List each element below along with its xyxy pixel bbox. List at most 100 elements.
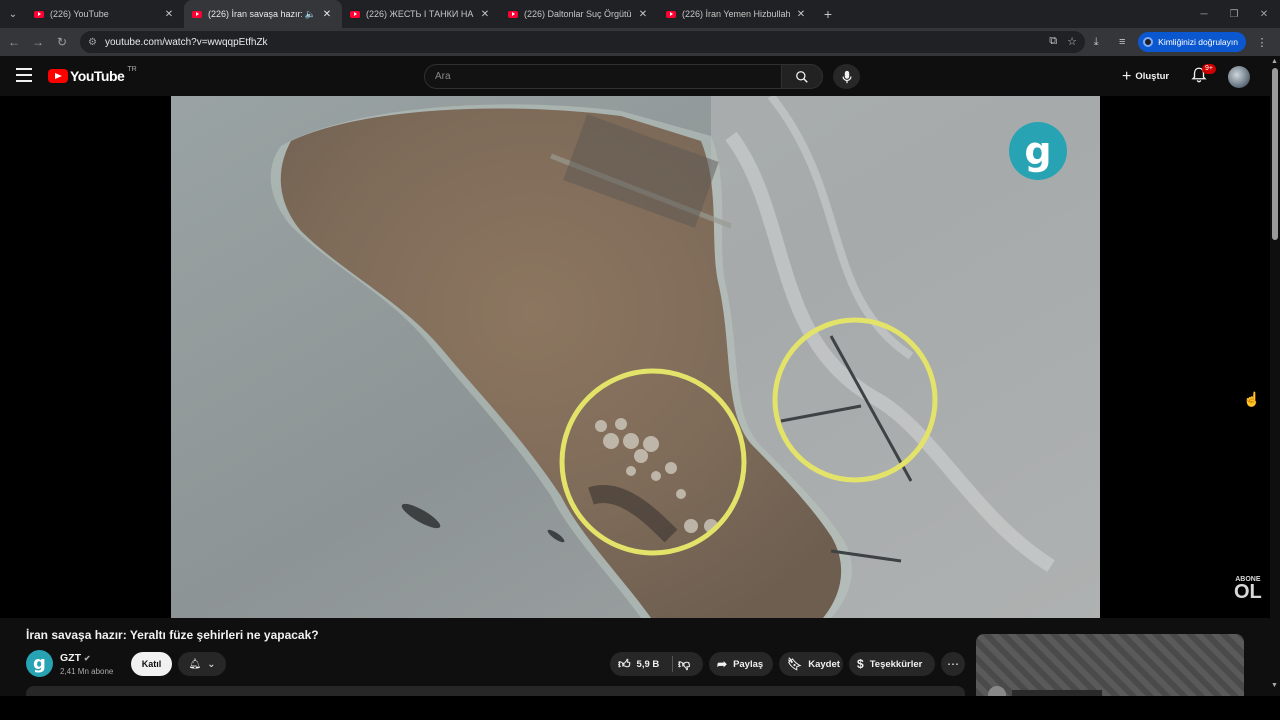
youtube-play-icon — [48, 69, 68, 83]
youtube-favicon-icon — [192, 10, 202, 18]
video-player[interactable]: g — [0, 96, 1270, 618]
browser-menu-icon[interactable]: ⋮ — [1252, 36, 1272, 49]
verified-icon: ✔ — [83, 654, 91, 663]
more-actions-icon[interactable]: ⋯ — [941, 652, 965, 676]
tab-search-icon[interactable]: ⌄ — [0, 0, 26, 28]
close-tab-icon[interactable]: ✕ — [162, 9, 176, 20]
close-tab-icon[interactable]: ✕ — [794, 9, 808, 20]
bookmark-star-icon[interactable]: ☆ — [1067, 35, 1077, 48]
bell-icon: 🔔︎ — [188, 658, 202, 670]
thanks-label: Teşekkürler — [869, 658, 923, 670]
channel-avatar[interactable]: g — [26, 650, 53, 677]
tab-title: (226) İran Yemen Hizbullah ABD — [682, 9, 790, 19]
tab-title: (226) ЖЕСТЬ І ТАНКИ НА ДОРОГ — [366, 9, 474, 19]
tab-title: (226) İran savaşa hazır: Yeraltı — [208, 9, 302, 19]
share-button[interactable]: ➦ Paylaş — [709, 652, 773, 676]
channel-avatar-letter: g — [33, 653, 46, 674]
youtube-favicon-icon — [34, 10, 44, 18]
youtube-logo[interactable]: YouTube TR — [48, 65, 137, 84]
site-info-icon[interactable]: ⚙ — [88, 37, 97, 48]
verify-identity-button[interactable]: Kimliğinizi doğrulayın — [1138, 32, 1246, 52]
like-button[interactable]: 👍︎ 5,9 B 👎︎ — [610, 652, 703, 676]
video-frame[interactable] — [171, 96, 1100, 618]
super-thanks-icon: $ — [857, 657, 864, 671]
search-placeholder: Ara — [435, 71, 451, 82]
close-tab-icon[interactable]: ✕ — [320, 9, 334, 20]
scrollbar-thumb[interactable] — [1272, 68, 1278, 240]
address-bar[interactable]: ⚙ youtube.com/watch?v=wwqqpEtfhZk ⧉ ☆ — [80, 31, 1085, 53]
youtube-header: YouTube TR Ara + Oluştur 9+ — [0, 56, 1270, 96]
tab-title: (226) YouTube — [50, 9, 109, 19]
browser-tab[interactable]: (226) Daltonlar Suç Örgütüne D ✕ — [500, 0, 658, 28]
video-title: İran savaşa hazır: Yeraltı füze şehirler… — [26, 628, 319, 642]
thumbs-down-icon[interactable]: 👎︎ — [678, 657, 690, 672]
scroll-down-icon[interactable]: ▼ — [1271, 682, 1278, 689]
search-icon — [796, 70, 808, 83]
account-avatar[interactable] — [1228, 66, 1250, 88]
subscribe-overlay[interactable]: ABONE OL — [1234, 576, 1262, 603]
search-input[interactable]: Ara — [424, 64, 782, 89]
thanks-button[interactable]: $ Teşekkürler — [849, 652, 935, 676]
close-window-icon[interactable]: ✕ — [1248, 0, 1280, 28]
microphone-icon — [841, 70, 852, 83]
back-icon[interactable]: ← — [2, 30, 26, 54]
save-label: Kaydet — [808, 658, 840, 670]
channel-name[interactable]: GZT ✔ — [60, 652, 91, 664]
youtube-favicon-icon — [508, 10, 518, 18]
browser-tab-strip: ⌄ (226) YouTube ✕ (226) İran savaşa hazı… — [0, 0, 1280, 28]
os-taskbar — [0, 696, 1280, 720]
subscription-bell-button[interactable]: 🔔︎ ⌄ — [178, 652, 226, 676]
bookmark-icon: 🔖︎ — [787, 657, 803, 671]
browser-tab[interactable]: (226) YouTube ✕ — [26, 0, 184, 28]
scroll-up-icon[interactable]: ▲ — [1271, 58, 1278, 65]
watermark-letter: g — [1024, 129, 1052, 173]
forward-icon[interactable]: → — [26, 30, 50, 54]
thumbs-up-icon: 👍︎ — [618, 656, 631, 671]
browser-tab-active[interactable]: (226) İran savaşa hazır: Yeraltı 🔈 ✕ — [184, 0, 342, 28]
browser-toolbar: ← → ↻ ⚙ youtube.com/watch?v=wwqqpEtfhZk … — [0, 28, 1280, 56]
close-tab-icon[interactable]: ✕ — [636, 9, 650, 20]
create-button[interactable]: + Oluştur — [1114, 64, 1177, 89]
subscriber-count: 2,41 Mn abone — [60, 667, 114, 676]
youtube-favicon-icon — [350, 10, 360, 18]
download-icon[interactable]: ⤓ — [1086, 36, 1106, 49]
verify-label: Kimliğinizi doğrulayın — [1158, 37, 1238, 47]
overlay-bottom-text: OL — [1234, 581, 1262, 603]
share-label: Paylaş — [733, 658, 764, 670]
chevron-down-icon: ⌄ — [207, 658, 216, 670]
page-scrollbar[interactable]: ▲ ▼ — [1270, 56, 1280, 696]
save-button[interactable]: 🔖︎ Kaydet — [779, 652, 843, 676]
open-in-app-icon[interactable]: ⧉ — [1049, 35, 1057, 48]
notifications-button[interactable]: 9+ — [1190, 64, 1216, 88]
hamburger-menu-icon[interactable] — [16, 68, 32, 82]
voice-search-button[interactable] — [833, 64, 860, 89]
new-tab-button[interactable]: + — [816, 0, 840, 28]
profile-icon — [1143, 37, 1154, 47]
minimize-icon[interactable]: ─ — [1188, 0, 1220, 28]
share-icon: ➦ — [717, 657, 728, 671]
country-code: TR — [127, 65, 137, 73]
reload-icon[interactable]: ↻ — [50, 30, 74, 54]
tab-title: (226) Daltonlar Suç Örgütüne D — [524, 9, 632, 19]
youtube-favicon-icon — [666, 10, 676, 18]
channel-name-text: GZT — [60, 652, 81, 664]
media-controls-icon[interactable]: ≡ — [1112, 36, 1132, 48]
create-label: Oluştur — [1135, 71, 1170, 82]
plus-icon: + — [1122, 67, 1132, 85]
recommended-card-meta — [988, 686, 1108, 696]
join-button[interactable]: Katıl — [131, 652, 172, 676]
mouse-cursor-icon: ☝ — [1243, 391, 1261, 407]
close-tab-icon[interactable]: ✕ — [478, 9, 492, 20]
search-button[interactable] — [781, 64, 823, 89]
satellite-island-image — [171, 96, 1100, 618]
gzt-watermark-logo: g — [1009, 122, 1067, 180]
recommended-video-card[interactable] — [976, 634, 1244, 696]
url-text: youtube.com/watch?v=wwqqpEtfhZk — [104, 36, 268, 48]
browser-tab[interactable]: (226) İran Yemen Hizbullah ABD ✕ — [658, 0, 816, 28]
browser-tab[interactable]: (226) ЖЕСТЬ І ТАНКИ НА ДОРОГ ✕ — [342, 0, 500, 28]
restore-icon[interactable]: ❐ — [1218, 0, 1250, 28]
recommended-channel-avatar — [988, 686, 1006, 696]
like-count: 5,9 B — [636, 658, 660, 670]
description-box[interactable] — [26, 686, 965, 696]
speaker-icon[interactable]: 🔈 — [305, 9, 316, 20]
